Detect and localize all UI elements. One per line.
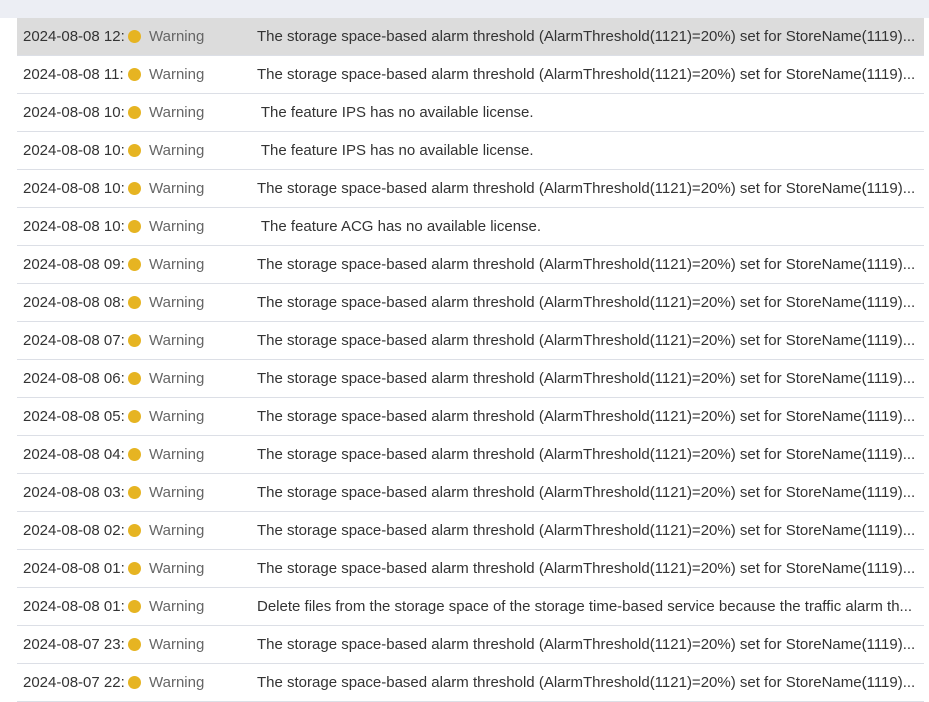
log-message: The storage space-based alarm threshold … bbox=[257, 294, 916, 311]
log-message: The storage space-based alarm threshold … bbox=[257, 28, 916, 45]
log-message: The feature ACG has no available license… bbox=[257, 218, 542, 235]
log-level: Warning bbox=[149, 408, 205, 425]
log-row[interactable]: 2024-08-07 23: Warning The storage space-b… bbox=[17, 626, 924, 664]
warning-dot-icon bbox=[128, 68, 141, 81]
log-time: 2024-08-08 11: bbox=[23, 66, 124, 83]
log-time: 2024-08-08 01: bbox=[23, 598, 125, 615]
log-level: Warning bbox=[149, 446, 205, 463]
warning-dot-icon bbox=[128, 600, 141, 613]
log-level: Warning bbox=[149, 28, 205, 45]
log-row[interactable]: 2024-08-08 10: Warning The feature IPS ha… bbox=[17, 132, 924, 170]
log-message: The storage space-based alarm threshold … bbox=[257, 370, 916, 387]
log-row[interactable]: 2024-08-08 10: Warning The storage space-b… bbox=[17, 170, 924, 208]
log-row[interactable]: 2024-08-08 08: Warning The storage space-b… bbox=[17, 284, 924, 322]
log-row[interactable]: 2024-08-08 05: Warning The storage space-b… bbox=[17, 398, 924, 436]
log-row[interactable]: 2024-08-08 10: Warning The feature IPS ha… bbox=[17, 94, 924, 132]
log-row[interactable]: 2024-08-08 02: Warning The storage space-b… bbox=[17, 512, 924, 550]
log-level: Warning bbox=[149, 484, 205, 501]
log-message: The storage space-based alarm threshold … bbox=[257, 66, 916, 83]
log-time: 2024-08-08 08: bbox=[23, 294, 125, 311]
log-row[interactable]: 2024-08-07 22: Warning The storage space-b… bbox=[17, 664, 924, 702]
log-row[interactable]: 2024-08-08 01: Warning The storage space-b… bbox=[17, 550, 924, 588]
log-time: 2024-08-08 10: bbox=[23, 180, 125, 197]
log-level: Warning bbox=[149, 142, 205, 159]
log-level: Warning bbox=[149, 104, 205, 121]
log-row[interactable]: 2024-08-08 04: Warning The storage space-b… bbox=[17, 436, 924, 474]
log-time: 2024-08-08 10: bbox=[23, 218, 125, 235]
log-level: Warning bbox=[149, 256, 205, 273]
warning-dot-icon bbox=[128, 562, 141, 575]
warning-dot-icon bbox=[128, 524, 141, 537]
warning-dot-icon bbox=[128, 182, 141, 195]
log-message: The storage space-based alarm threshold … bbox=[257, 636, 916, 653]
log-level: Warning bbox=[149, 522, 205, 539]
warning-dot-icon bbox=[128, 410, 141, 423]
log-row[interactable]: 2024-08-08 03: Warning The storage space-b… bbox=[17, 474, 924, 512]
log-level: Warning bbox=[149, 636, 205, 653]
log-message: The storage space-based alarm threshold … bbox=[257, 408, 916, 425]
log-message: The storage space-based alarm threshold … bbox=[257, 180, 916, 197]
log-time: 2024-08-08 04: bbox=[23, 446, 125, 463]
log-time: 2024-08-08 06: bbox=[23, 370, 125, 387]
table-top-strip bbox=[0, 0, 929, 18]
log-message: The storage space-based alarm threshold … bbox=[257, 332, 916, 349]
log-row[interactable]: 2024-08-08 06: Warning The storage space-b… bbox=[17, 360, 924, 398]
warning-dot-icon bbox=[128, 638, 141, 651]
log-level: Warning bbox=[149, 598, 205, 615]
log-time: 2024-08-08 02: bbox=[23, 522, 125, 539]
log-time: 2024-08-08 05: bbox=[23, 408, 125, 425]
warning-dot-icon bbox=[128, 220, 141, 233]
log-row[interactable]: 2024-08-08 12: Warning The storage space-b… bbox=[17, 18, 924, 56]
log-level: Warning bbox=[149, 218, 205, 235]
log-time: 2024-08-07 23: bbox=[23, 636, 125, 653]
warning-dot-icon bbox=[128, 296, 141, 309]
log-table: 2024-08-08 12: Warning The storage space-b… bbox=[17, 18, 924, 702]
log-row[interactable]: 2024-08-08 07: Warning The storage space-b… bbox=[17, 322, 924, 360]
warning-dot-icon bbox=[128, 486, 141, 499]
warning-dot-icon bbox=[128, 106, 141, 119]
log-message: The feature IPS has no available license… bbox=[257, 142, 534, 159]
warning-dot-icon bbox=[128, 334, 141, 347]
log-message: The storage space-based alarm threshold … bbox=[257, 484, 916, 501]
log-time: 2024-08-08 01: bbox=[23, 560, 125, 577]
warning-dot-icon bbox=[128, 676, 141, 689]
log-message: Delete files from the storage space of t… bbox=[257, 598, 913, 615]
log-time: 2024-08-08 10: bbox=[23, 142, 125, 159]
warning-dot-icon bbox=[128, 144, 141, 157]
log-level: Warning bbox=[149, 180, 205, 197]
log-level: Warning bbox=[149, 294, 205, 311]
log-row[interactable]: 2024-08-08 09: Warning The storage space-b… bbox=[17, 246, 924, 284]
log-message: The storage space-based alarm threshold … bbox=[257, 446, 916, 463]
log-time: 2024-08-08 07: bbox=[23, 332, 125, 349]
log-message: The feature IPS has no available license… bbox=[257, 104, 534, 121]
log-message: The storage space-based alarm threshold … bbox=[257, 256, 916, 273]
warning-dot-icon bbox=[128, 448, 141, 461]
log-message: The storage space-based alarm threshold … bbox=[257, 522, 916, 539]
log-message: The storage space-based alarm threshold … bbox=[257, 674, 916, 691]
warning-dot-icon bbox=[128, 372, 141, 385]
log-level: Warning bbox=[149, 332, 205, 349]
log-time: 2024-08-08 12: bbox=[23, 28, 125, 45]
log-level: Warning bbox=[149, 674, 205, 691]
log-time: 2024-08-07 22: bbox=[23, 674, 125, 691]
log-time: 2024-08-08 10: bbox=[23, 104, 125, 121]
log-row[interactable]: 2024-08-08 11: Warning The storage space-b… bbox=[17, 56, 924, 94]
log-time: 2024-08-08 03: bbox=[23, 484, 125, 501]
warning-dot-icon bbox=[128, 258, 141, 271]
warning-dot-icon bbox=[128, 30, 141, 43]
log-level: Warning bbox=[149, 560, 205, 577]
log-row[interactable]: 2024-08-08 10: Warning The feature ACG ha… bbox=[17, 208, 924, 246]
log-message: The storage space-based alarm threshold … bbox=[257, 560, 916, 577]
log-level: Warning bbox=[149, 66, 205, 83]
log-time: 2024-08-08 09: bbox=[23, 256, 125, 273]
log-level: Warning bbox=[149, 370, 205, 387]
log-row[interactable]: 2024-08-08 01: Warning Delete files from t… bbox=[17, 588, 924, 626]
